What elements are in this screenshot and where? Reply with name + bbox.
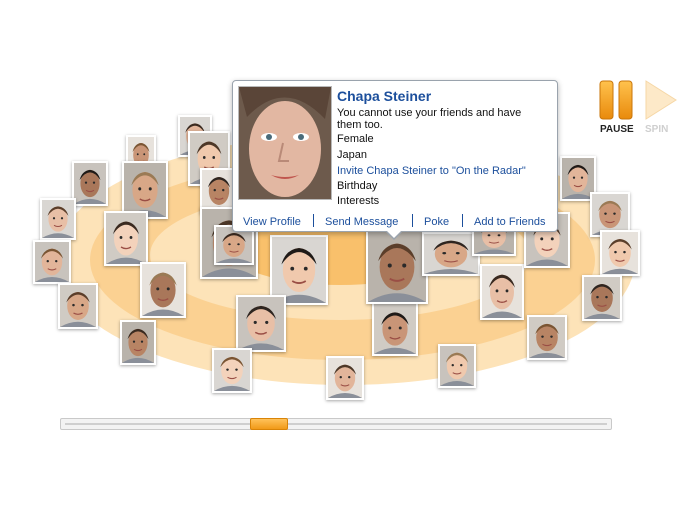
friend-photo[interactable] [104,211,148,266]
view-profile-link[interactable]: View Profile [243,216,301,228]
friend-face-image [440,346,474,386]
friend-photo[interactable] [582,275,622,321]
add-to-friends-link[interactable]: Add to Friends [474,216,546,228]
spin-label: SPIN [645,124,669,135]
poke-link[interactable]: Poke [424,216,449,228]
friend-face-image [272,237,326,303]
friend-face-image [238,297,284,350]
friend-face-image [35,242,69,282]
scrubber-rail [65,423,607,425]
friend-info-popup: Chapa Steiner You cannot use your friend… [232,80,559,240]
friend-location: Japan [337,149,367,161]
friend-face-image [482,266,522,318]
friend-face-image [202,170,236,212]
friend-face-image [74,163,106,204]
friend-face-image [424,234,478,274]
friend-face-image [374,304,416,354]
friend-photo[interactable] [527,315,567,360]
friend-face-image [602,232,638,274]
friend-name[interactable]: Chapa Steiner [337,88,431,104]
scrubber-thumb[interactable] [250,418,288,430]
action-separator [462,214,463,227]
friend-photo[interactable] [600,230,640,276]
pause-button[interactable] [598,80,634,120]
friend-photo-large [238,86,332,200]
friend-photo[interactable] [326,356,364,400]
friend-gender: Female [337,133,374,145]
popup-pointer [385,230,403,240]
friend-face-image [106,213,146,264]
carousel-scrubber[interactable] [60,418,612,430]
friend-photo[interactable] [72,161,108,206]
spin-button[interactable] [644,80,678,120]
friend-photo[interactable] [40,198,76,240]
friend-face-image [142,264,184,316]
friend-photo[interactable] [236,295,286,352]
action-separator [313,214,314,227]
friend-photo[interactable] [120,320,156,365]
invite-to-radar-link[interactable]: Invite Chapa Steiner to "On the Radar" [337,165,526,177]
pause-icon [599,80,633,120]
friend-photo[interactable] [212,348,252,393]
friend-face-image [368,232,426,302]
friend-face-image [216,227,252,263]
interests-label: Interests [337,195,380,207]
friend-face-image [529,317,565,358]
play-icon [645,80,677,120]
action-separator [412,214,413,227]
pause-label: PAUSE [600,124,634,135]
friend-photo[interactable] [140,262,186,318]
friend-face-image [122,322,154,363]
friend-photo[interactable] [58,283,98,329]
friend-face-image [592,194,628,235]
friend-face-image [60,285,96,327]
friend-carousel [0,0,680,510]
friend-photo[interactable] [372,302,418,356]
friend-status-message: You cannot use your friends and have the… [337,107,522,131]
friend-face-image [328,358,362,398]
friend-photo[interactable] [33,240,71,284]
friend-face-image [124,163,166,217]
friend-face-image [584,277,620,319]
friend-face-image [42,200,74,238]
friend-photo[interactable] [366,230,428,304]
birthday-label: Birthday [337,180,378,192]
friend-photo[interactable] [438,344,476,388]
friend-photo[interactable] [480,264,524,320]
friend-face-image [239,87,331,199]
friend-face-image [214,350,250,391]
popup-action-bar: View Profile Send Message Poke Add to Fr… [233,213,559,231]
send-message-link[interactable]: Send Message [325,216,398,228]
